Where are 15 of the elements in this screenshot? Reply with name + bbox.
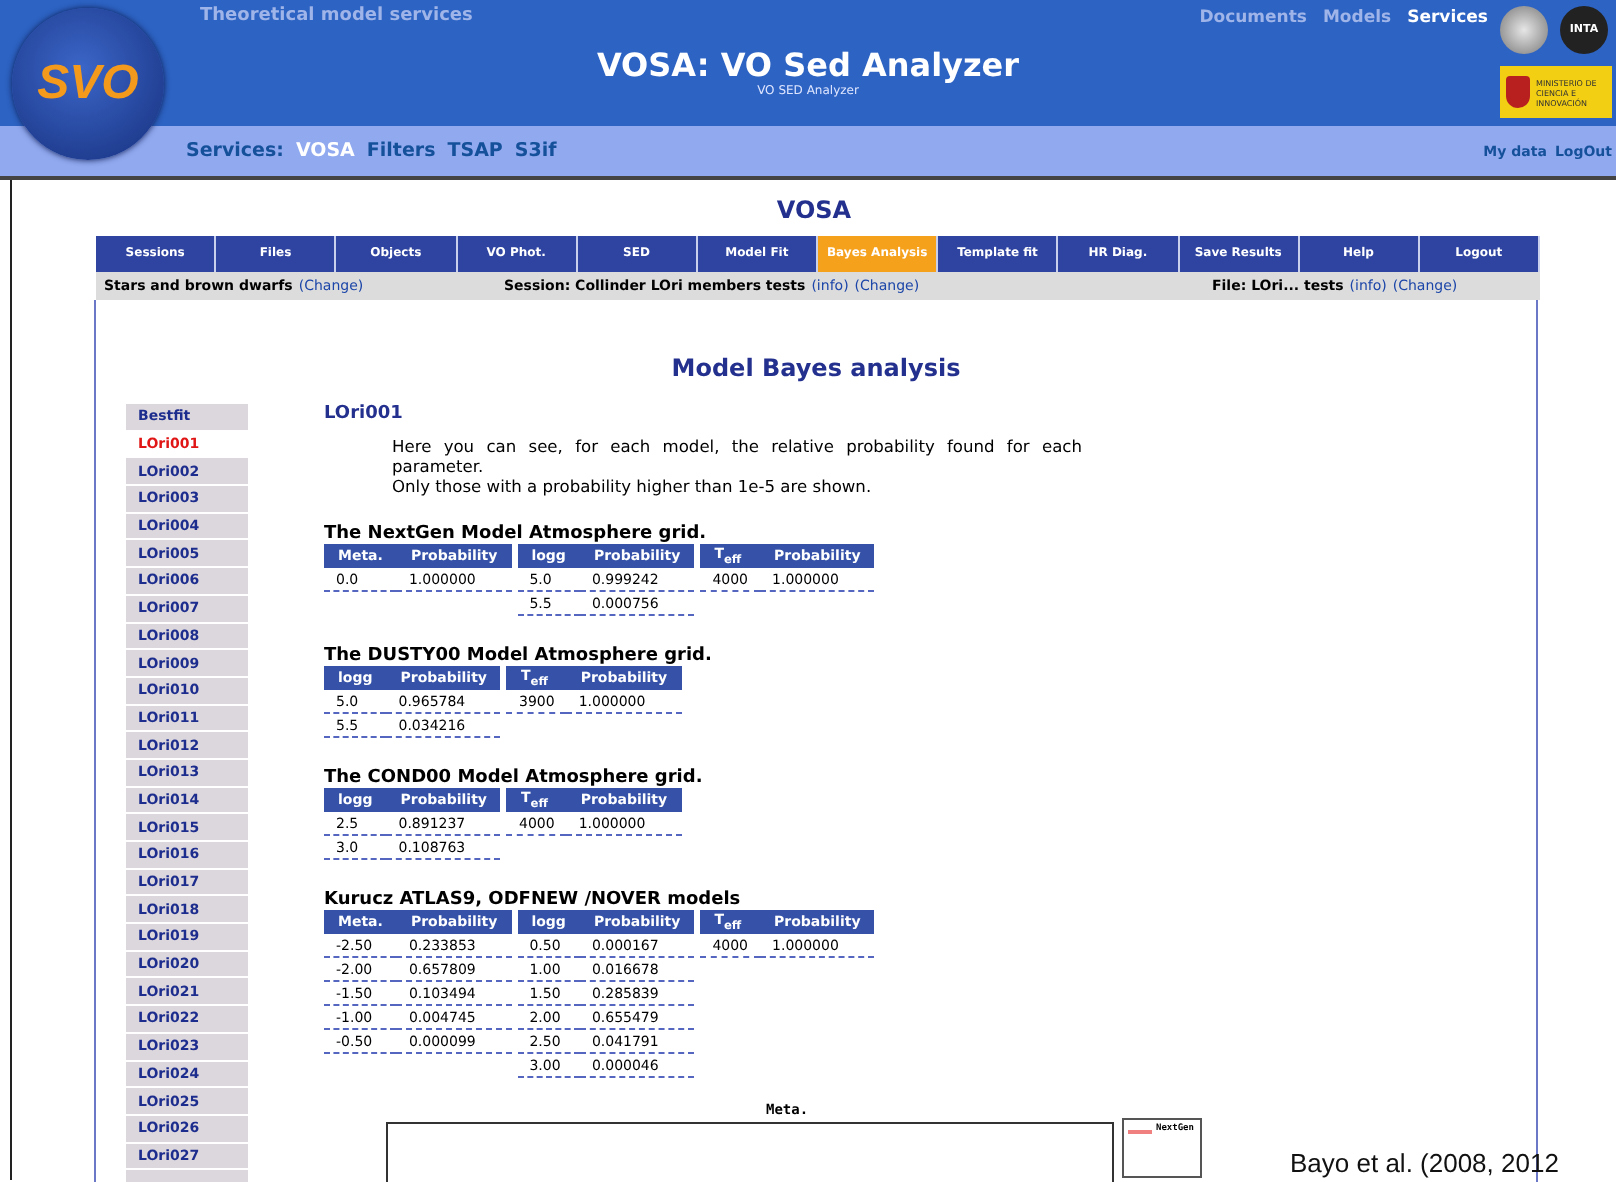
svo-logo: SVO [12,8,164,160]
model-title: The COND00 Model Atmosphere grid. [324,768,705,788]
model-title: The DUSTY00 Model Atmosphere grid. [324,646,714,666]
intro-text: Here you can see, for each model, the relative probability found for each parameter. [390,436,1082,476]
page-title: Model Bayes analysis [671,354,961,382]
object-title: LOri001 [324,404,405,424]
site-title: VOSA: VO Sed Analyzer [596,48,1020,84]
intro-note: Only those with a probability higher than 1e-5 are shown. [390,476,874,496]
app-title: VOSA [776,196,852,224]
services-label: Services: [186,140,284,162]
globe-logo [1500,6,1548,54]
model-title: Kurucz ATLAS9, ODFNEW /NOVER models [324,890,743,910]
section-title: Theoretical model services [198,4,475,26]
top-link[interactable]: Services [1407,8,1488,28]
model-title: The NextGen Model Atmosphere grid. [324,524,709,544]
